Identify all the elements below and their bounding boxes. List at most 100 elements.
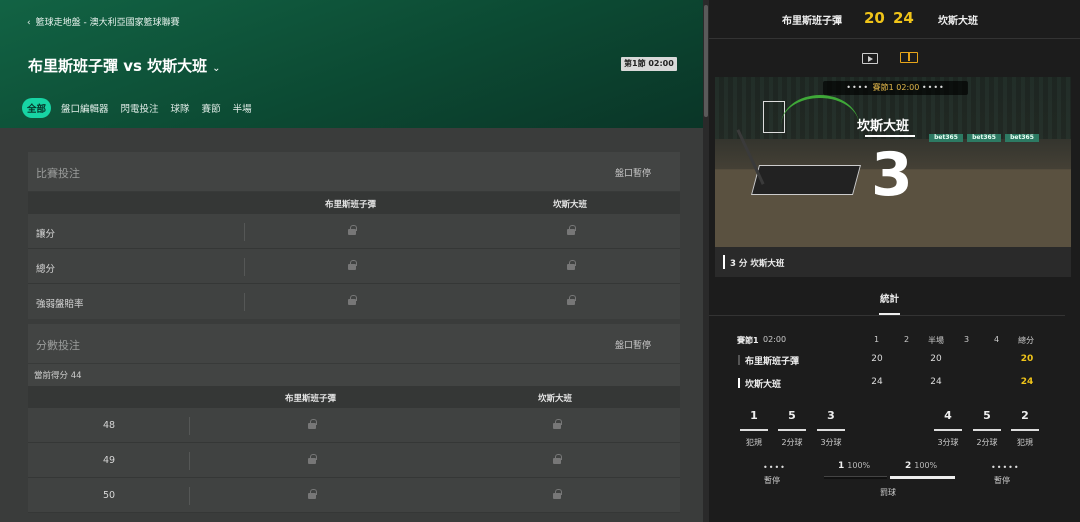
divider — [709, 315, 1065, 316]
scoring-team: 坎斯大班 — [857, 119, 910, 134]
markets-panel: ‹ 籃球走地盤 - 澳大利亞國家籃球聯賽 布里斯班子彈 vs 坎斯大班 ⌄ 第1節 … — [0, 0, 703, 522]
home-column-header: 布里斯班子彈 — [325, 200, 377, 210]
home-3pt-label: 3分球 — [820, 438, 842, 447]
stats-home-name: 布里斯班子彈 — [745, 357, 800, 367]
away-team-name: 坎斯大班 — [938, 16, 978, 27]
stats-period-label: 賽節1 — [737, 336, 759, 345]
timeout-dots: •••• — [921, 83, 945, 92]
market-row: 讓分 — [28, 214, 680, 249]
home-timeouts-label: 暫停 — [764, 476, 780, 485]
col-q4: 4 — [994, 335, 1000, 344]
away-ft-bar — [890, 476, 955, 479]
home-3pt-count: 3 — [827, 409, 835, 422]
away-ft-count: 2 — [905, 461, 912, 471]
team-marker — [723, 255, 725, 269]
chevron-down-icon[interactable]: ⌄ — [212, 63, 220, 74]
home-fouls-label: 犯規 — [746, 438, 762, 447]
home-2pt-label: 2分球 — [781, 438, 803, 447]
stats-away-name: 坎斯大班 — [745, 380, 782, 390]
court-paint — [750, 165, 862, 195]
points-bets-title: 分數投注 — [36, 339, 80, 352]
lock-icon — [348, 295, 357, 306]
home-column-header: 布里斯班子彈 — [285, 394, 337, 404]
last-event-text: 3 分 坎斯大班 — [730, 259, 785, 269]
col-half: 半場 — [928, 336, 944, 345]
lock-icon — [553, 489, 562, 500]
free-throws-label: 罰球 — [880, 488, 896, 497]
column-headers: 布里斯班子彈 坎斯大班 — [28, 386, 680, 408]
home-ft-count: 1 — [838, 461, 845, 471]
match-title-text: 布里斯班子彈 vs 坎斯大班 — [28, 57, 208, 75]
market-suspended-label: 盤口暫停 — [614, 341, 651, 351]
away-column-header: 坎斯大班 — [538, 394, 573, 404]
away-fouls-label: 犯規 — [1017, 438, 1033, 447]
period-badge: 第1節 02:00 — [621, 57, 677, 71]
away-fouls-count: 2 — [1021, 409, 1029, 422]
stats-clock: 02:00 — [763, 335, 787, 344]
ad-board: bet365 — [967, 134, 1001, 142]
home-team-name: 布里斯班子彈 — [782, 16, 842, 27]
breadcrumb-text[interactable]: 籃球走地盤 - 澳大利亞國家籃球聯賽 — [36, 18, 180, 28]
points-bets-header[interactable]: 分數投注 盤口暫停 — [28, 324, 680, 364]
market-tabs: 全部 盤口編輯器 閃電投注 球隊 賽節 半場 — [22, 98, 264, 118]
divider — [244, 258, 245, 276]
away-2pt-label: 2分球 — [976, 438, 998, 447]
lock-icon — [553, 454, 562, 465]
col-q1: 1 — [874, 335, 880, 344]
video-stream-icon[interactable] — [862, 53, 878, 64]
home-fouls-count: 1 — [750, 409, 758, 422]
col-q2: 2 — [904, 335, 910, 344]
away-3pt-count: 4 — [944, 409, 952, 422]
lock-icon — [567, 295, 576, 306]
away-timeouts-label: 暫停 — [994, 476, 1010, 485]
stat-bar — [973, 429, 1001, 431]
market-row: 49 — [28, 443, 680, 478]
home-timeouts: •••• — [763, 463, 786, 472]
market-label: 總分 — [36, 264, 56, 275]
lock-icon — [567, 260, 576, 271]
stat-bar — [1011, 429, 1039, 431]
col-q3: 3 — [964, 335, 970, 344]
away-free-throws: 2 100% — [905, 461, 937, 471]
breadcrumb[interactable]: ‹ 籃球走地盤 - 澳大利亞國家籃球聯賽 — [27, 15, 180, 28]
home-total: 20 — [1020, 354, 1034, 364]
stat-bar — [778, 429, 806, 431]
current-score-text: 當前得分 44 — [34, 371, 82, 381]
lock-icon — [308, 454, 317, 465]
home-team-marker — [738, 355, 740, 365]
home-2pt-count: 5 — [788, 409, 796, 422]
market-row: 48 — [28, 408, 680, 443]
timeout-dots: •••• — [846, 83, 873, 92]
divider — [189, 452, 190, 470]
tab-stats[interactable]: 統計 — [880, 291, 899, 305]
tab-teams[interactable]: 球隊 — [171, 101, 190, 115]
tab-bet-builder[interactable]: 盤口編輯器 — [61, 101, 109, 115]
home-q1: 20 — [871, 354, 883, 364]
chevron-left-icon: ‹ — [27, 18, 31, 28]
divider — [244, 223, 245, 241]
away-timeouts: ••••• — [991, 463, 1020, 472]
match-bets-title: 比賽投注 — [36, 167, 80, 180]
tab-all[interactable]: 全部 — [22, 98, 52, 118]
match-tracker-icon[interactable] — [900, 52, 918, 63]
home-ft-pct: 100% — [847, 461, 871, 470]
tab-half[interactable]: 半場 — [233, 101, 252, 115]
stat-bar — [934, 429, 962, 431]
stat-bar — [740, 429, 768, 431]
match-title[interactable]: 布里斯班子彈 vs 坎斯大班 ⌄ — [28, 55, 221, 76]
divider — [244, 293, 245, 311]
team-underline — [865, 135, 915, 137]
divider — [189, 487, 190, 505]
match-bets-header[interactable]: 比賽投注 盤口暫停 — [28, 152, 680, 192]
scrollbar-thumb[interactable] — [704, 5, 708, 117]
away-column-header: 坎斯大班 — [553, 200, 588, 210]
away-3pt-label: 3分球 — [937, 438, 959, 447]
last-event: 3 分 坎斯大班 — [715, 247, 1071, 277]
tab-quarters[interactable]: 賽節 — [202, 101, 221, 115]
home-ft-bar — [824, 476, 887, 479]
animation-clock-bar: •••• 賽節1 02:00 •••• — [823, 81, 968, 95]
tab-flash-bet[interactable]: 閃電投注 — [121, 101, 159, 115]
divider — [709, 38, 1080, 39]
market-suspended-label: 盤口暫停 — [614, 169, 651, 179]
home-half: 20 — [930, 354, 942, 364]
